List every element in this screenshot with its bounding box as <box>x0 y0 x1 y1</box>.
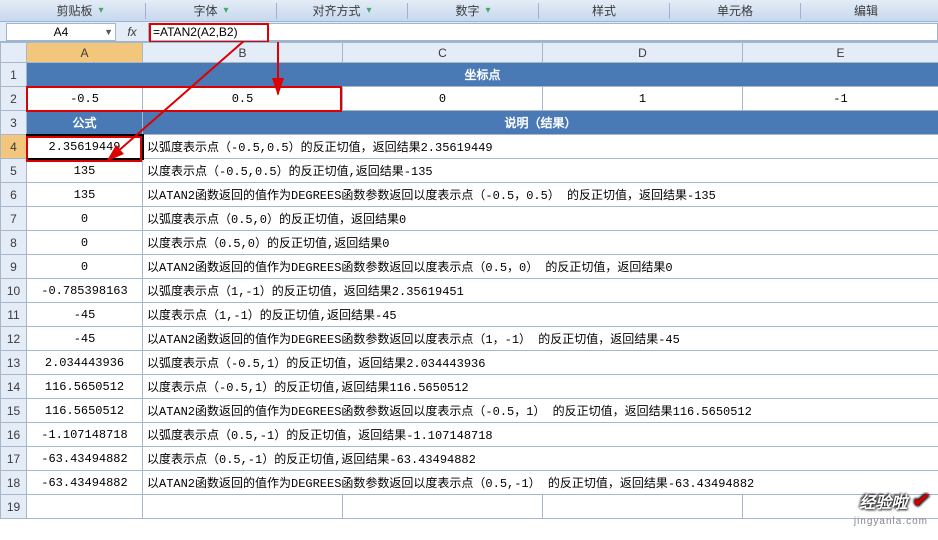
cell[interactable] <box>543 495 743 519</box>
cell[interactable]: 说明（结果） <box>143 111 938 135</box>
cell[interactable]: 116.5650512 <box>27 375 143 399</box>
ribbon-group-cells[interactable]: 单元格 <box>670 2 800 19</box>
ribbon-group-editing[interactable]: 编辑 <box>801 2 931 19</box>
cell[interactable]: -0.5 <box>27 87 143 111</box>
cell[interactable] <box>27 495 143 519</box>
cell[interactable]: 以度表示点（-0.5,1）的反正切值,返回结果116.5650512 <box>143 375 938 399</box>
cell[interactable]: 135 <box>27 159 143 183</box>
cell[interactable]: 135 <box>27 183 143 207</box>
cell[interactable]: -45 <box>27 327 143 351</box>
cell[interactable]: 0 <box>343 87 543 111</box>
row-header[interactable]: 16 <box>1 423 27 447</box>
cell[interactable]: 以ATAN2函数返回的值作为DEGREES函数参数返回以度表示点（-0.5，0.… <box>143 183 938 207</box>
cell[interactable]: -63.43494882 <box>27 447 143 471</box>
col-header-d[interactable]: D <box>543 43 743 63</box>
title-cell[interactable]: 坐标点 <box>27 63 938 87</box>
cell[interactable]: 0 <box>27 231 143 255</box>
cell[interactable]: -1.107148718 <box>27 423 143 447</box>
watermark-sub: jingyanla.com <box>854 516 928 527</box>
cell[interactable]: 以度表示点（0.5,0）的反正切值,返回结果0 <box>143 231 938 255</box>
ribbon-group-number[interactable]: 数字▾ <box>408 2 538 19</box>
cell[interactable] <box>343 495 543 519</box>
ribbon-group-clipboard[interactable]: 剪贴板▾ <box>15 2 145 19</box>
name-box[interactable]: A4 ▼ <box>6 23 116 41</box>
watermark: 经验啦✔ <box>859 488 928 513</box>
cell[interactable]: -63.43494882 <box>27 471 143 495</box>
cell[interactable]: 以弧度表示点（1,-1）的反正切值，返回结果2.35619451 <box>143 279 938 303</box>
ribbon-group-labels: 剪贴板▾ 字体▾ 对齐方式▾ 数字▾ 样式 单元格 编辑 <box>0 0 938 22</box>
chevron-down-icon[interactable]: ▼ <box>104 27 113 37</box>
cell[interactable]: 以ATAN2函数返回的值作为DEGREES函数参数返回以度表示点（0.5，0） … <box>143 255 938 279</box>
row-header[interactable]: 10 <box>1 279 27 303</box>
cell[interactable]: 以弧度表示点（-0.5,0.5）的反正切值，返回结果2.35619449 <box>143 135 938 159</box>
row-header[interactable]: 15 <box>1 399 27 423</box>
fx-icon[interactable]: fx <box>124 25 140 39</box>
spreadsheet-grid[interactable]: A B C D E 1 坐标点 2 -0.5 0.5 0 1 -1 3 公式 说… <box>0 42 938 519</box>
row-header[interactable]: 17 <box>1 447 27 471</box>
name-box-value: A4 <box>54 25 69 39</box>
cell[interactable]: 1 <box>543 87 743 111</box>
cell[interactable]: 以度表示点（1,-1）的反正切值,返回结果-45 <box>143 303 938 327</box>
col-header-a[interactable]: A <box>27 43 143 63</box>
cell[interactable]: 116.5650512 <box>27 399 143 423</box>
cell[interactable]: 以弧度表示点（0.5,0）的反正切值，返回结果0 <box>143 207 938 231</box>
col-header-b[interactable]: B <box>143 43 343 63</box>
row-header[interactable]: 6 <box>1 183 27 207</box>
col-header-e[interactable]: E <box>743 43 938 63</box>
row-header[interactable]: 11 <box>1 303 27 327</box>
select-all-corner[interactable] <box>1 43 27 63</box>
cell[interactable]: 以ATAN2函数返回的值作为DEGREES函数参数返回以度表示点（0.5,-1）… <box>143 471 938 495</box>
row-header[interactable]: 8 <box>1 231 27 255</box>
cell[interactable]: 以弧度表示点（0.5,-1）的反正切值，返回结果-1.107148718 <box>143 423 938 447</box>
row-header[interactable]: 4 <box>1 135 27 159</box>
formula-bar: A4 ▼ fx =ATAN2(A2,B2) <box>0 22 938 42</box>
expand-icon[interactable]: ▾ <box>223 5 228 16</box>
cell[interactable] <box>143 495 343 519</box>
row-header[interactable]: 18 <box>1 471 27 495</box>
row-header[interactable]: 12 <box>1 327 27 351</box>
cell[interactable]: 0 <box>27 207 143 231</box>
cell[interactable]: 2.034443936 <box>27 351 143 375</box>
row-header[interactable]: 7 <box>1 207 27 231</box>
cell[interactable]: 0.5 <box>143 87 343 111</box>
expand-icon[interactable]: ▾ <box>485 5 490 16</box>
row-header[interactable]: 1 <box>1 63 27 87</box>
cell[interactable]: 以弧度表示点（-0.5,1）的反正切值，返回结果2.034443936 <box>143 351 938 375</box>
row-header[interactable]: 9 <box>1 255 27 279</box>
formula-text: =ATAN2(A2,B2) <box>153 25 238 39</box>
ribbon-group-font[interactable]: 字体▾ <box>146 2 276 19</box>
formula-input[interactable]: =ATAN2(A2,B2) <box>148 23 938 41</box>
check-icon: ✔ <box>911 488 928 513</box>
cell[interactable]: 0 <box>27 255 143 279</box>
cell[interactable]: 以度表示点（0.5,-1）的反正切值,返回结果-63.43494882 <box>143 447 938 471</box>
col-header-c[interactable]: C <box>343 43 543 63</box>
row-header[interactable]: 14 <box>1 375 27 399</box>
cell[interactable]: -1 <box>743 87 938 111</box>
row-header[interactable]: 13 <box>1 351 27 375</box>
row-header[interactable]: 5 <box>1 159 27 183</box>
cell[interactable]: 以ATAN2函数返回的值作为DEGREES函数参数返回以度表示点（1，-1） 的… <box>143 327 938 351</box>
expand-icon[interactable]: ▾ <box>366 5 371 16</box>
row-header[interactable]: 2 <box>1 87 27 111</box>
expand-icon[interactable]: ▾ <box>98 5 103 16</box>
cell[interactable]: 以ATAN2函数返回的值作为DEGREES函数参数返回以度表示点（-0.5，1）… <box>143 399 938 423</box>
row-header[interactable]: 19 <box>1 495 27 519</box>
cell[interactable]: 以度表示点（-0.5,0.5）的反正切值,返回结果-135 <box>143 159 938 183</box>
cell[interactable]: 2.35619449 <box>27 135 143 159</box>
ribbon-group-alignment[interactable]: 对齐方式▾ <box>277 2 407 19</box>
cell[interactable]: -0.785398163 <box>27 279 143 303</box>
row-header[interactable]: 3 <box>1 111 27 135</box>
cell[interactable]: -45 <box>27 303 143 327</box>
cell[interactable]: 公式 <box>27 111 143 135</box>
ribbon-group-styles[interactable]: 样式 <box>539 2 669 19</box>
